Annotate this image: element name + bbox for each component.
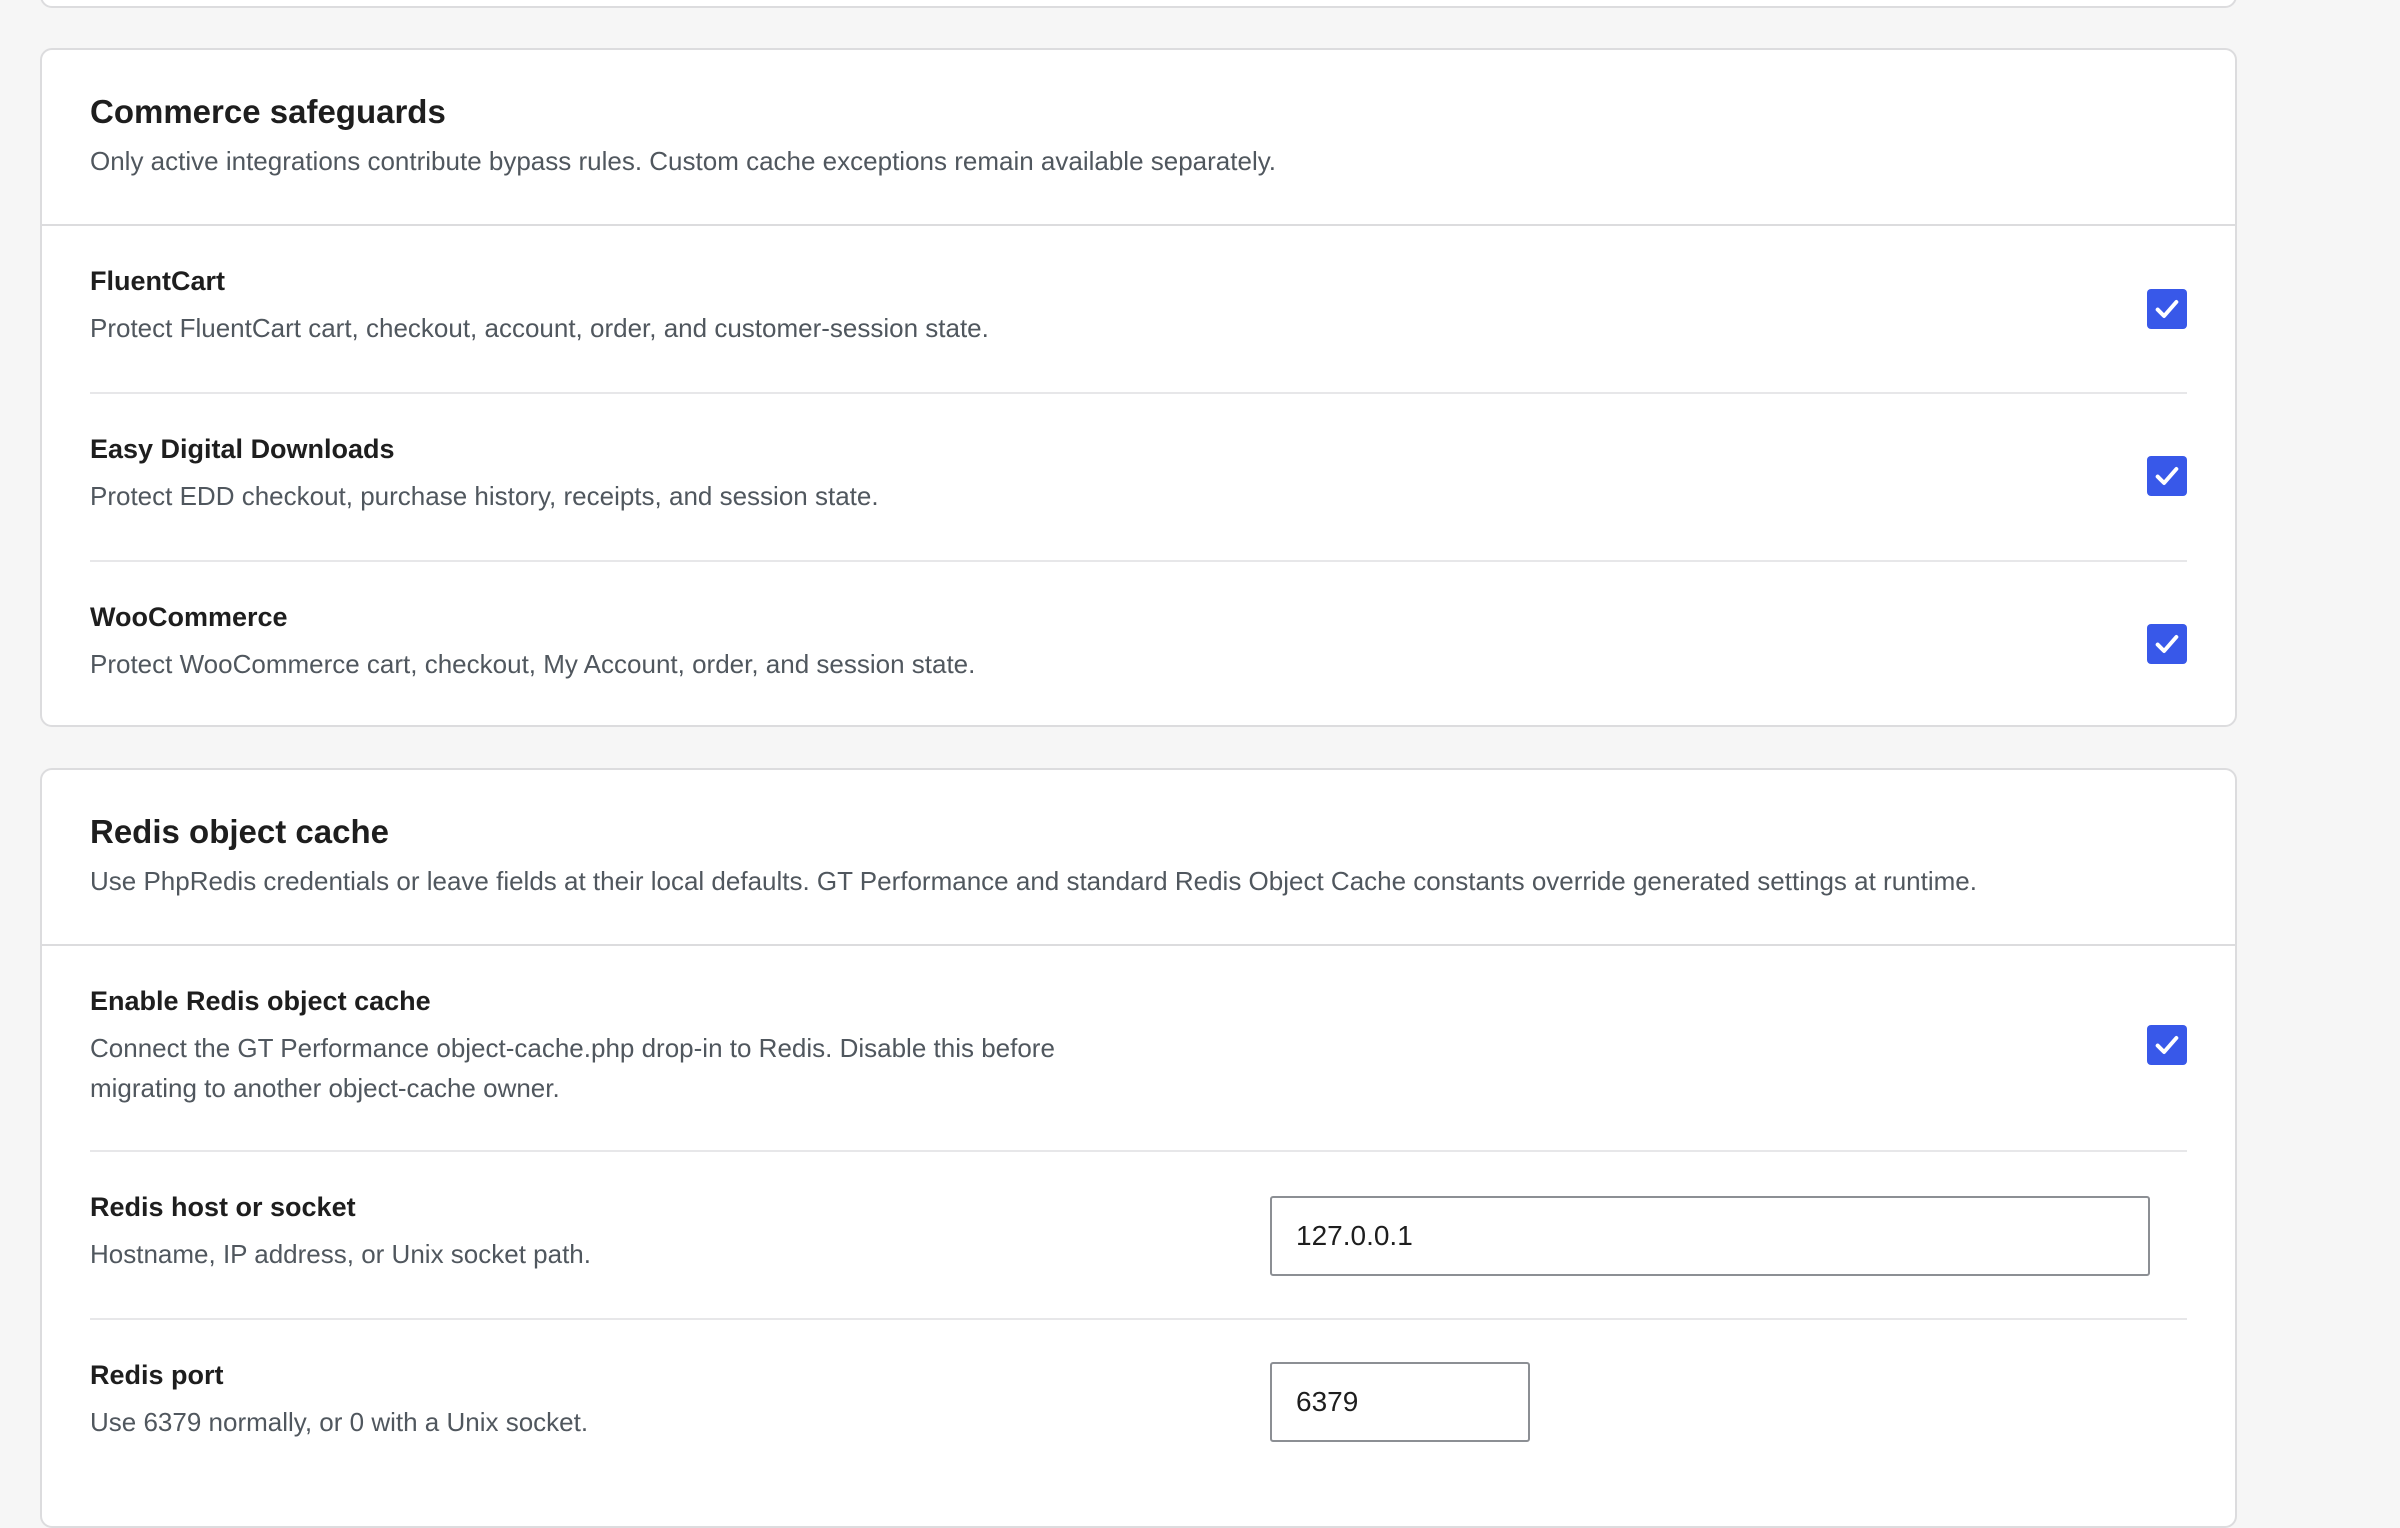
checkmark-icon — [2155, 467, 2179, 485]
redis-enable-checkbox[interactable] — [2147, 1025, 2187, 1065]
integration-row-woocommerce: WooCommerce Protect WooCommerce cart, ch… — [90, 562, 2187, 722]
previous-settings-card — [40, 0, 2237, 8]
integration-row-edd: Easy Digital Downloads Protect EDD check… — [90, 394, 2187, 562]
commerce-integrations-list: FluentCart Protect FluentCart cart, chec… — [42, 226, 2235, 722]
redis-enable-help-line-2: migrating to another object-cache owner. — [90, 1073, 560, 1103]
edd-checkbox[interactable] — [2147, 456, 2187, 496]
redis-enable-help-line-1: Connect the GT Performance object-cache.… — [90, 1033, 1055, 1063]
integration-help: Protect WooCommerce cart, checkout, My A… — [90, 649, 976, 679]
checkmark-icon — [2155, 1036, 2179, 1054]
woocommerce-checkbox[interactable] — [2147, 624, 2187, 664]
fluentcart-checkbox[interactable] — [2147, 289, 2187, 329]
redis-enable-row: Enable Redis object cache Connect the GT… — [90, 946, 2187, 1152]
commerce-card-header: Commerce safeguards Only active integrat… — [42, 50, 2235, 226]
redis-object-cache-card: Redis object cache Use PhpRedis credenti… — [40, 768, 2237, 1528]
redis-card-title: Redis object cache — [90, 813, 389, 850]
commerce-card-description: Only active integrations contribute bypa… — [90, 146, 1277, 176]
commerce-safeguards-card: Commerce safeguards Only active integrat… — [40, 48, 2237, 727]
redis-host-row: Redis host or socket Hostname, IP addres… — [90, 1152, 2187, 1320]
checkmark-icon — [2155, 300, 2179, 318]
redis-card-description: Use PhpRedis credentials or leave fields… — [90, 866, 1977, 896]
redis-enable-label: Enable Redis object cache — [90, 986, 431, 1016]
commerce-card-title: Commerce safeguards — [90, 93, 446, 130]
redis-port-row: Redis port Use 6379 normally, or 0 with … — [90, 1320, 2187, 1488]
integration-row-fluentcart: FluentCart Protect FluentCart cart, chec… — [90, 226, 2187, 394]
redis-host-input[interactable] — [1270, 1196, 2150, 1276]
integration-label: FluentCart — [90, 266, 225, 296]
redis-port-label: Redis port — [90, 1360, 224, 1390]
integration-help: Protect EDD checkout, purchase history, … — [90, 481, 879, 511]
redis-port-input[interactable] — [1270, 1362, 1530, 1442]
integration-label: Easy Digital Downloads — [90, 434, 395, 464]
redis-port-help: Use 6379 normally, or 0 with a Unix sock… — [90, 1407, 589, 1437]
integration-label: WooCommerce — [90, 602, 288, 632]
checkmark-icon — [2155, 635, 2179, 653]
redis-settings-list: Enable Redis object cache Connect the GT… — [42, 946, 2235, 1488]
redis-enable-help: Connect the GT Performance object-cache.… — [90, 1028, 2187, 1108]
integration-help: Protect FluentCart cart, checkout, accou… — [90, 313, 989, 343]
redis-card-header: Redis object cache Use PhpRedis credenti… — [42, 770, 2235, 946]
